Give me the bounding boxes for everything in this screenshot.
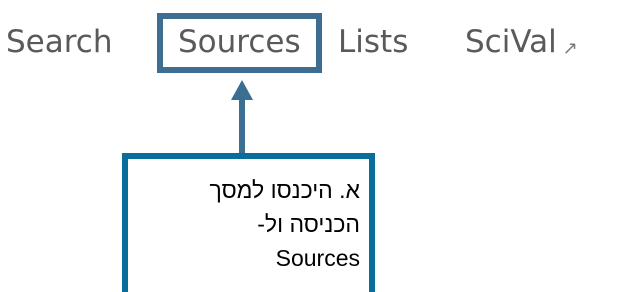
callout-text: א. היכנסו למסך הכניסה ול- Sources	[160, 173, 360, 275]
arrow-shaft	[239, 98, 245, 156]
sources-highlight-box	[157, 13, 322, 73]
external-link-icon: ↗	[562, 38, 578, 59]
callout-line-1: א. היכנסו למסך	[209, 177, 360, 203]
nav-item-scival-label: SciVal	[465, 24, 557, 60]
nav-item-lists[interactable]: Lists	[338, 22, 408, 62]
nav-item-scival[interactable]: SciVal ↗	[465, 22, 578, 69]
callout-line-3: Sources	[275, 245, 360, 271]
arrow-up-icon	[231, 80, 253, 100]
callout-line-2: הכניסה ול-	[257, 211, 360, 237]
nav-item-search[interactable]: Search	[6, 22, 113, 62]
